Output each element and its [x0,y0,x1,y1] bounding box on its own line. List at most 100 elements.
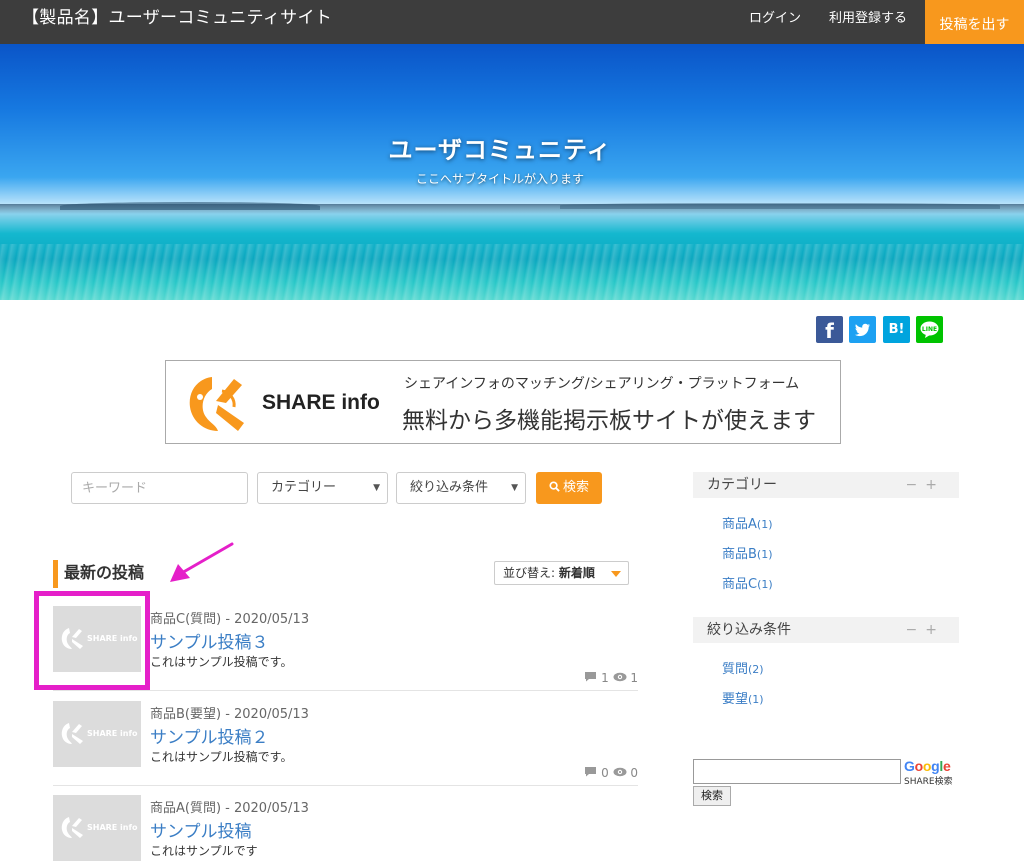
post-thumbnail[interactable]: SHARE info [53,795,141,861]
hatena-bookmark-icon[interactable]: B! [883,316,910,343]
post-meta: 商品A(質問) - 2020/05/13 [150,801,309,816]
annotation-arrow-icon [170,542,234,582]
post-divider [53,690,638,691]
sidebar-item-question[interactable]: 質問(2) [722,658,764,677]
caret-down-icon [611,571,621,577]
view-count: 1 [630,671,638,685]
sidebar-category-header[interactable]: カテゴリー −+ [693,472,959,498]
post-thumbnail[interactable]: SHARE info [53,701,141,767]
post-stats: 0 0 [584,766,638,780]
sidebar-item-request[interactable]: 要望(1) [722,688,764,707]
sidebar-filter-title: 絞り込み条件 [707,622,791,638]
latest-posts-title: 最新の投稿 [64,563,145,582]
top-nav-bar: 【製品名】ユーザーコミュニティサイト ログイン 利用登録する [0,0,1024,44]
chevron-down-icon: ▼ [373,483,380,493]
sidebar-item-count: (1) [756,518,773,531]
google-logo-text: Google [904,758,951,774]
share-info-thumb-logo-icon [61,817,83,838]
hero-title: ユーザコミュニティ [388,136,612,164]
hero-subtitle: ここへサブタイトルが入ります [415,172,584,186]
sidebar-item-product-c[interactable]: 商品C(1) [722,573,773,592]
google-logo-letter: o [922,758,932,774]
google-logo-letter: G [904,758,915,774]
sidebar-item-count: (1) [756,548,773,561]
post-meta: 商品B(要望) - 2020/05/13 [150,707,309,722]
sort-label: 並び替え: [503,566,556,580]
post-excerpt: これはサンプルです [150,844,258,858]
filter-select[interactable]: 絞り込み条件 ▼ [396,472,526,504]
sort-value: 新着順 [558,566,595,580]
sidebar-filter-header[interactable]: 絞り込み条件 −+ [693,617,959,643]
post-excerpt: これはサンプル投稿です。 [150,750,293,764]
hero-horizon [0,204,1024,214]
sidebar-item-count: (2) [748,663,764,676]
twitter-bird-glyph [855,323,870,337]
hero-water-texture [0,244,1024,300]
keyword-search-input[interactable] [71,472,248,504]
google-logo-letter: o [914,758,924,774]
post-divider [53,785,638,786]
post-meta: 商品C(質問) - 2020/05/13 [150,612,310,627]
site-title[interactable]: 【製品名】ユーザーコミュニティサイト [22,6,332,30]
sidebar-item-count: (1) [748,693,764,706]
highlight-annotation-box [34,591,150,690]
post-stats: 1 1 [584,671,638,685]
post-title-link[interactable]: サンプル投稿２ [150,723,269,748]
banner-tagline: シェアインフォのマッチング/シェアリング・プラットフォーム [404,376,800,392]
filter-select-value: 絞り込み条件 [410,480,489,495]
register-link[interactable]: 利用登録する [829,10,907,28]
chevron-down-icon: ▼ [511,483,518,493]
line-bubble-glyph: LINE [920,321,939,338]
view-count: 0 [630,766,638,780]
google-search-input[interactable] [693,759,901,784]
search-icon [549,481,560,492]
post-excerpt: これはサンプル投稿です。 [150,655,293,669]
post-title-link[interactable]: サンプル投稿３ [150,628,269,653]
thumbnail-brand-text: SHARE info [87,729,138,738]
login-link[interactable]: ログイン [749,10,801,28]
eye-icon [613,767,627,777]
sidebar-item-count: (1) [757,578,773,591]
google-logo: Google [904,758,951,774]
hatena-bookmark-label: B! [888,322,905,337]
post-item: SHARE info 商品A(質問) - 2020/05/13 サンプル投稿 こ… [53,787,638,862]
line-icon-label: LINE [922,326,937,333]
post-item: SHARE info 商品B(要望) - 2020/05/13 サンプル投稿２ … [53,693,638,786]
sort-dropdown[interactable]: 並び替え: 新着順 [494,561,629,585]
sidebar-item-label: 商品A [722,517,757,532]
eye-icon [613,672,627,682]
collapse-expand-icon[interactable]: −+ [906,472,945,498]
twitter-icon[interactable] [849,316,876,343]
post-title-link[interactable]: サンプル投稿 [150,817,252,842]
category-select[interactable]: カテゴリー ▼ [257,472,388,504]
category-select-value: カテゴリー [271,480,337,495]
sidebar-item-label: 要望 [722,692,749,707]
section-accent-bar [53,560,58,588]
comment-icon [585,672,597,682]
search-button-label: 検索 [562,480,589,495]
google-search-button[interactable]: 検索 [693,786,731,806]
sidebar-item-product-b[interactable]: 商品B(1) [722,543,773,562]
comment-icon [585,767,597,777]
sidebar-item-label: 商品C [722,577,758,592]
comment-count: 0 [601,766,609,780]
facebook-icon[interactable]: f [816,316,843,343]
collapse-expand-icon[interactable]: −+ [906,617,945,643]
facebook-icon-label: f [825,319,834,343]
share-info-ad-banner[interactable]: SHARE info シェアインフォのマッチング/シェアリング・プラットフォーム… [165,360,841,444]
sidebar-category-title: カテゴリー [707,477,777,493]
line-icon[interactable]: LINE [916,316,943,343]
comment-count: 1 [601,671,609,685]
google-search-sublabel: SHARE検索 [904,777,953,787]
search-button[interactable]: 検索 [536,472,602,504]
sidebar-item-label: 質問 [722,662,749,677]
banner-brand: SHARE info [262,391,380,414]
share-info-logo-icon [189,377,244,431]
share-info-thumb-logo-icon [61,723,83,744]
thumbnail-brand-text: SHARE info [87,823,138,832]
google-logo-letter: e [942,758,951,774]
banner-headline: 無料から多機能掲示板サイトが使えます [402,408,816,434]
hero-banner: ユーザコミュニティ ここへサブタイトルが入ります [0,44,1024,300]
sidebar-item-label: 商品B [722,547,757,562]
sidebar-item-product-a[interactable]: 商品A(1) [722,513,773,532]
